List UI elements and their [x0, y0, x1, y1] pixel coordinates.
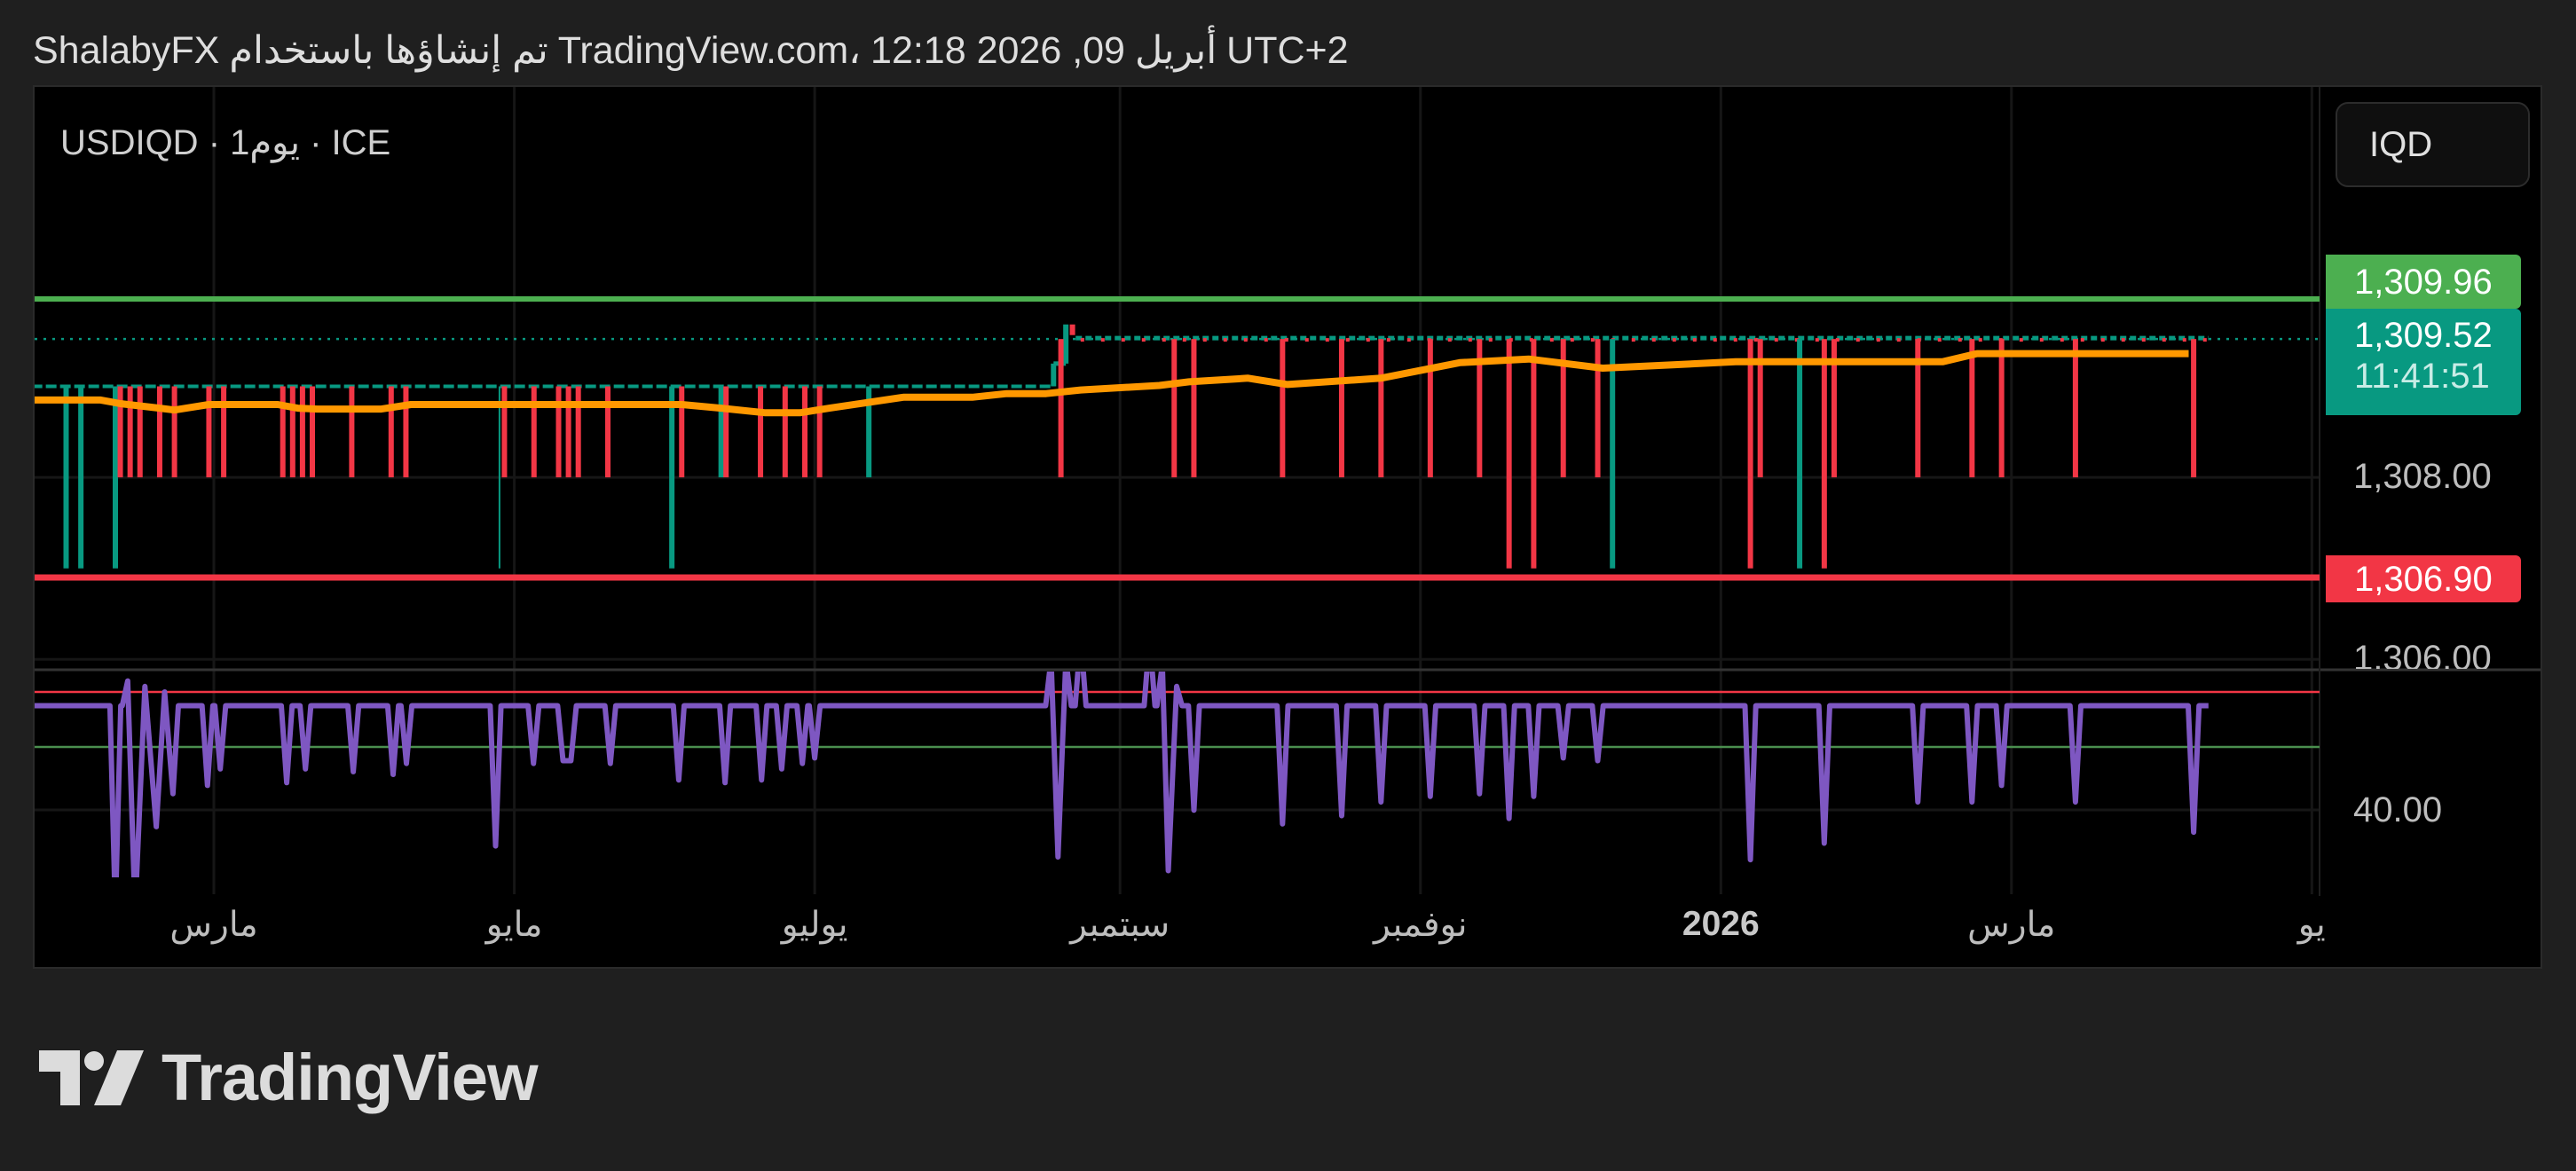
bullish-spike-candle: [669, 386, 675, 569]
bullish-spike-candle: [63, 386, 69, 569]
price-tick-1308: 1,308.00: [2353, 457, 2492, 496]
bearish-spike-candle: [802, 386, 807, 478]
symbol-ticker: USDIQD: [60, 123, 199, 162]
bearish-spike-candle: [723, 386, 729, 478]
last-price-label: 1,309.52 11:41:51: [2326, 309, 2521, 415]
bearish-spike-candle: [531, 386, 537, 478]
price-tick-clip: 1,306.00: [2321, 621, 2541, 669]
bearish-spike-candle: [1998, 339, 2005, 478]
bearish-spike-candle: [1821, 339, 1827, 569]
time-axis-label: يوليو: [781, 906, 848, 944]
bearish-spike-candle: [2072, 339, 2078, 478]
bearish-spike-candle: [171, 386, 177, 478]
resistance-price-label: 1,309.96: [2326, 255, 2521, 309]
bar-countdown: 11:41:51: [2354, 357, 2490, 396]
tradingview-logo-icon: [39, 1049, 144, 1105]
bearish-spike-candle: [280, 386, 286, 478]
bearish-spike-candle: [1531, 339, 1537, 569]
bearish-spike-candle: [289, 386, 295, 478]
bearish-spike-candle: [555, 386, 562, 478]
tradingview-logo[interactable]: TradingView: [39, 1040, 539, 1115]
bearish-spike-candle: [1378, 339, 1384, 478]
bearish-spike-candle: [1191, 339, 1197, 478]
time-axis-label: نوفمبر: [1374, 906, 1468, 944]
bearish-spike-candle: [137, 386, 143, 478]
bearish-spike-candle: [1058, 339, 1064, 478]
bearish-spike-candle: [816, 386, 823, 478]
exchange: ICE: [331, 123, 391, 162]
moving-average-line: [35, 350, 2189, 417]
bearish-spike-candle: [206, 386, 212, 478]
time-axis-label: سبتمبر: [1070, 906, 1170, 944]
bearish-spike-candle: [310, 386, 315, 478]
bearish-spike-candle: [1280, 339, 1286, 478]
candle: [1069, 324, 1075, 335]
bearish-spike-candle: [127, 386, 133, 478]
bearish-spike-candle: [1338, 339, 1344, 478]
symbol-legend[interactable]: USDIQD · 1يوم · ICE: [60, 122, 390, 163]
bullish-spike-candle: [498, 386, 500, 569]
separator: ·: [310, 123, 322, 162]
bearish-spike-candle: [2191, 339, 2197, 478]
bearish-spike-candle: [1171, 339, 1178, 478]
bullish-spike-candle: [1610, 339, 1616, 569]
bearish-spike-candle: [403, 386, 409, 478]
candle: [1063, 324, 1069, 364]
time-axis-label: مايو: [485, 906, 543, 944]
time-axis-label: 2026: [1682, 905, 1760, 943]
last-price: 1,309.52: [2354, 316, 2493, 355]
time-axis-label: مارس: [169, 906, 258, 944]
bullish-spike-candle: [113, 386, 118, 569]
time-axis-label: يو: [2297, 906, 2326, 944]
horizontal-levels: [35, 296, 2320, 581]
bearish-spike-candle: [1747, 339, 1753, 569]
bearish-spike-candle: [758, 386, 764, 478]
bearish-spike-candle: [501, 386, 508, 478]
time-axis-label: مارس: [1967, 906, 2056, 944]
bearish-spike-candle: [575, 386, 581, 478]
bearish-spike-candle: [1969, 339, 1975, 478]
bearish-spike-candle: [782, 386, 788, 478]
bearish-spike-candle: [156, 386, 162, 478]
bearish-spike-candle: [349, 386, 355, 478]
indicator-tick-40: 40.00: [2353, 790, 2443, 829]
bearish-spike-candle: [221, 386, 227, 478]
grid-lines: [35, 87, 2320, 894]
chart-canvas[interactable]: [0, 0, 2576, 1171]
support-price-label: 1,306.90: [2326, 555, 2521, 602]
logo-text: TradingView: [161, 1041, 539, 1114]
bearish-spike-candle: [679, 386, 685, 478]
bullish-spike-candle: [1797, 339, 1803, 569]
bearish-spike-candle: [605, 386, 611, 478]
bearish-spike-candle: [388, 386, 394, 478]
price-tick-1306: 1,306.00: [2353, 639, 2492, 669]
bearish-spike-candle: [299, 386, 305, 478]
bullish-spike-candle: [718, 386, 724, 478]
bullish-spike-candle: [78, 386, 84, 569]
bearish-spike-candle: [1427, 339, 1433, 478]
separator: ·: [208, 123, 221, 162]
bearish-spike-candle: [1595, 339, 1601, 478]
bearish-spike-candle: [565, 386, 571, 478]
interval-number: 1: [230, 123, 250, 162]
currency-button[interactable]: IQD: [2336, 102, 2530, 187]
interval-unit: يوم: [249, 123, 300, 162]
bearish-spike-candle: [1506, 339, 1512, 569]
